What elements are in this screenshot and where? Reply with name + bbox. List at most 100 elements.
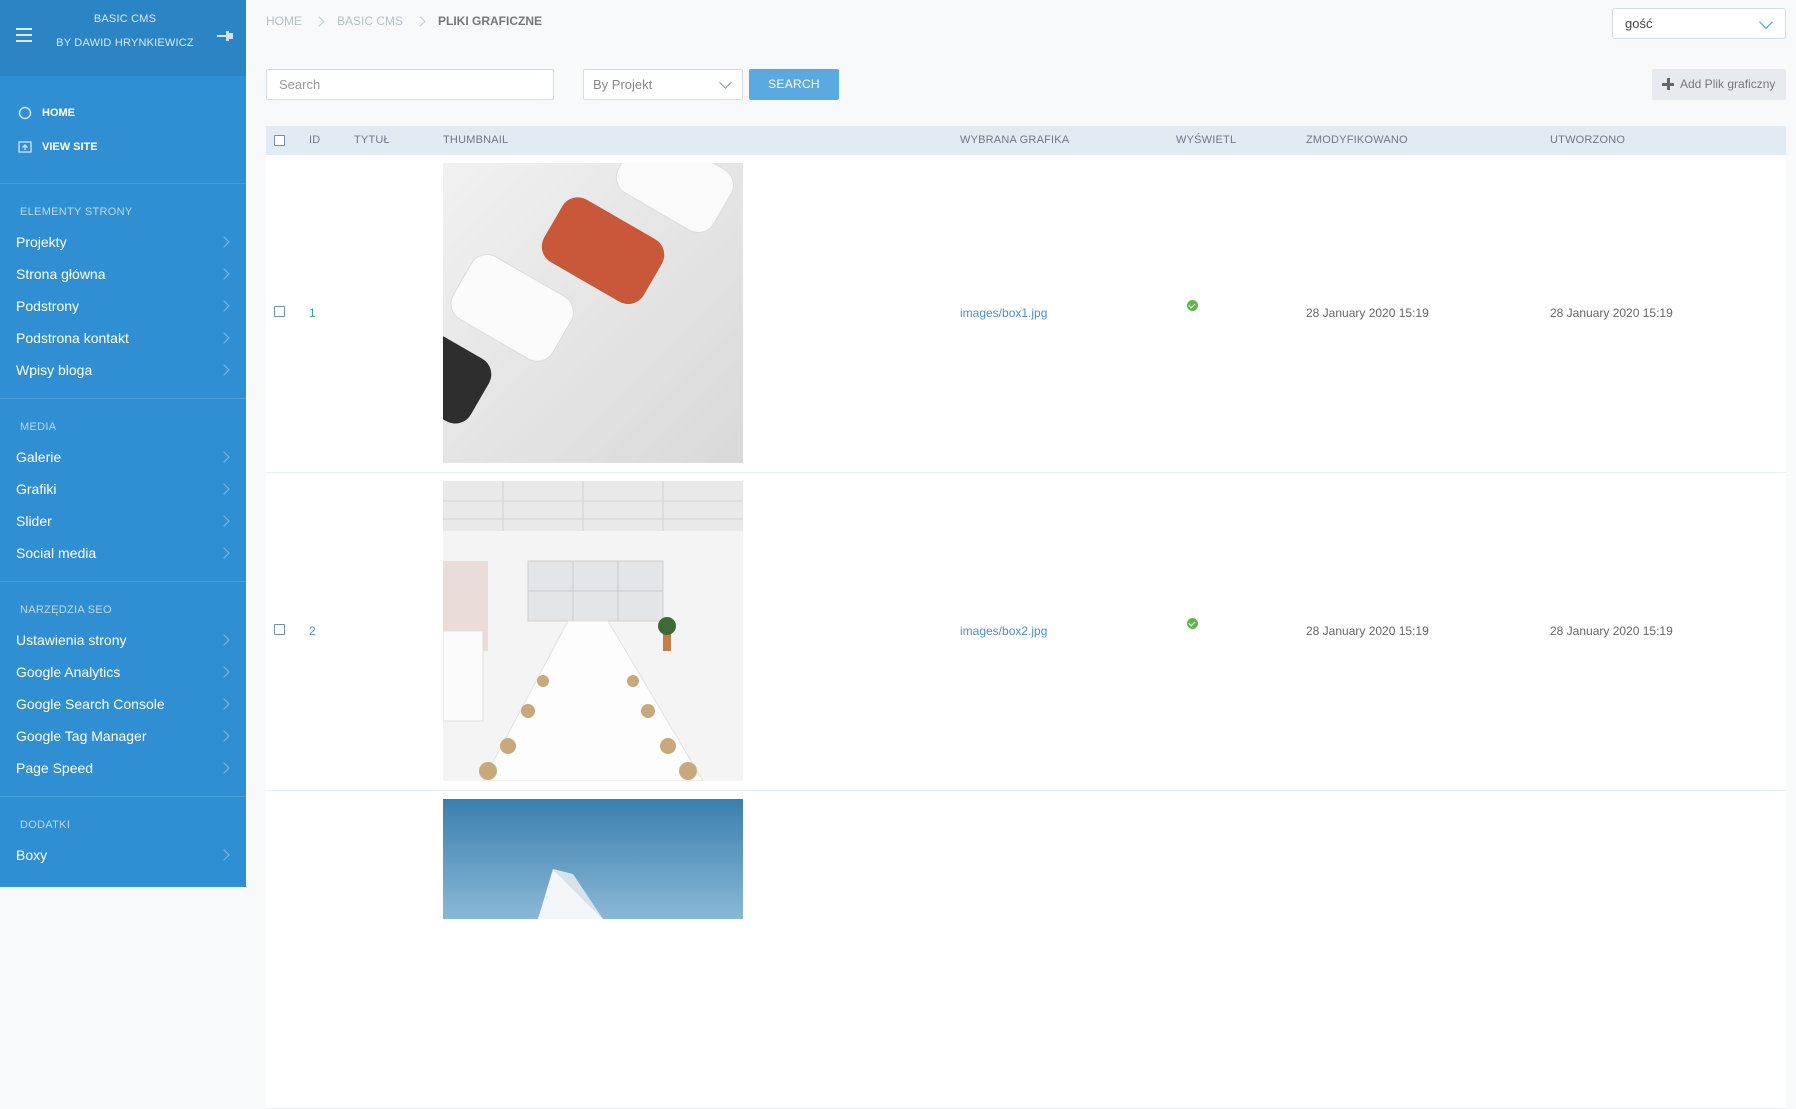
chevron-down-icon xyxy=(1758,14,1774,30)
chevron-right-icon xyxy=(218,236,230,248)
sidebar-item-label: Boxy xyxy=(16,847,48,863)
section-title: MEDIA xyxy=(20,421,57,433)
pin-icon[interactable] xyxy=(217,30,233,42)
chevron-right-icon xyxy=(415,16,426,26)
breadcrumb-basic-cms[interactable]: BASIC CMS xyxy=(337,14,403,28)
column-header-title[interactable]: TYTUŁ xyxy=(354,126,390,155)
sidebar-item-label: Social media xyxy=(16,545,97,561)
sidebar-section-seo: NARZĘDZIA SEO Ustawienia strony Google A… xyxy=(0,600,246,797)
row-id[interactable]: 2 xyxy=(309,624,316,638)
breadcrumb: HOME BASIC CMS PLIKI GRAFICZNE xyxy=(266,14,542,28)
chevron-right-icon xyxy=(218,483,230,495)
search-input[interactable] xyxy=(266,69,554,100)
sidebar-item-podstrony[interactable]: Podstrony xyxy=(0,290,246,322)
column-header-display[interactable]: WYŚWIETL xyxy=(1176,126,1236,155)
view-site-icon xyxy=(18,140,32,154)
chevron-right-icon xyxy=(218,364,230,376)
select-all-checkbox[interactable] xyxy=(274,135,285,146)
row-created: 28 January 2020 15:19 xyxy=(1550,306,1673,320)
sidebar-item-boxy[interactable]: Boxy xyxy=(0,839,246,871)
chevron-right-icon xyxy=(218,634,230,646)
row-checkbox[interactable] xyxy=(274,306,285,317)
chevron-right-icon xyxy=(218,451,230,463)
row-file-link[interactable]: images/box1.jpg xyxy=(960,306,1047,320)
sidebar-item-view-site[interactable]: VIEW SITE xyxy=(0,130,246,164)
sidebar-item-google-search-console[interactable]: Google Search Console xyxy=(0,688,246,720)
chevron-right-icon xyxy=(218,515,230,527)
sidebar-item-label: Slider xyxy=(16,513,52,529)
table-header: ID TYTUŁ THUMBNAIL WYBRANA GRAFIKA WYŚWI… xyxy=(266,126,1786,155)
chevron-right-icon xyxy=(218,666,230,678)
table-row[interactable] xyxy=(266,791,1786,1109)
sidebar-item-home[interactable]: HOME xyxy=(0,96,246,130)
column-header-modified[interactable]: ZMODYFIKOWANO xyxy=(1306,126,1408,155)
column-header-file[interactable]: WYBRANA GRAFIKA xyxy=(960,126,1069,155)
user-dropdown[interactable]: gość xyxy=(1612,8,1786,39)
sidebar-item-ustawienia-strony[interactable]: Ustawienia strony xyxy=(0,624,246,656)
sidebar-item-social-media[interactable]: Social media xyxy=(0,537,246,569)
sidebar-item-label: Strona główna xyxy=(16,266,106,282)
check-circle-icon[interactable] xyxy=(1187,618,1198,629)
column-header-id[interactable]: ID xyxy=(309,126,320,155)
sidebar-item-label: Page Speed xyxy=(16,760,94,776)
breadcrumb-home[interactable]: HOME xyxy=(266,14,302,28)
sidebar-item-label: Wpisy bloga xyxy=(16,362,93,378)
thumbnail-image[interactable] xyxy=(443,481,743,781)
sidebar-item-galerie[interactable]: Galerie xyxy=(0,441,246,473)
quick-links: HOME VIEW SITE xyxy=(0,76,246,184)
chevron-right-icon xyxy=(218,268,230,280)
sidebar-item-label: Google Analytics xyxy=(16,664,121,680)
sidebar: BASIC CMS BY DAWID HRYNKIEWICZ HOME VIEW… xyxy=(0,0,246,887)
sidebar-item-label: Grafiki xyxy=(16,481,57,497)
chevron-right-icon xyxy=(218,730,230,742)
thumbnail-image[interactable] xyxy=(443,163,743,463)
sidebar-item-google-analytics[interactable]: Google Analytics xyxy=(0,656,246,688)
row-id[interactable]: 1 xyxy=(309,306,316,320)
sidebar-item-slider[interactable]: Slider xyxy=(0,505,246,537)
chevron-right-icon xyxy=(218,547,230,559)
section-title: NARZĘDZIA SEO xyxy=(20,604,112,616)
sidebar-item-label: Google Search Console xyxy=(16,696,165,712)
row-checkbox[interactable] xyxy=(274,624,285,635)
user-name: gość xyxy=(1625,16,1653,31)
sidebar-item-label: HOME xyxy=(42,107,75,119)
project-filter-select[interactable]: By Projekt xyxy=(583,69,743,100)
sidebar-item-label: VIEW SITE xyxy=(42,141,98,153)
column-header-thumbnail[interactable]: THUMBNAIL xyxy=(443,126,508,155)
images-table: ID TYTUŁ THUMBNAIL WYBRANA GRAFIKA WYŚWI… xyxy=(266,126,1786,1109)
plus-icon xyxy=(1662,78,1674,90)
chevron-down-icon xyxy=(719,76,732,89)
row-created: 28 January 2020 15:19 xyxy=(1550,624,1673,638)
sidebar-item-projekty[interactable]: Projekty xyxy=(0,226,246,258)
row-file-link[interactable]: images/box2.jpg xyxy=(960,624,1047,638)
chevron-right-icon xyxy=(218,849,230,861)
sidebar-item-label: Ustawienia strony xyxy=(16,632,127,648)
sidebar-section-extras: DODATKI Boxy xyxy=(0,815,246,871)
chevron-right-icon xyxy=(218,332,230,344)
sidebar-item-strona-glowna[interactable]: Strona główna xyxy=(0,258,246,290)
table-row[interactable]: 2 images/box2.jpg 28 January 2020 15:19 … xyxy=(266,473,1786,791)
sidebar-item-label: Projekty xyxy=(16,234,67,250)
search-button[interactable]: SEARCH xyxy=(749,69,839,100)
sidebar-item-grafiki[interactable]: Grafiki xyxy=(0,473,246,505)
table-row[interactable]: 1 images/box1.jpg 28 January 2020 15:19 … xyxy=(266,155,1786,473)
add-image-button[interactable]: Add Plik graficzny xyxy=(1652,69,1786,100)
sidebar-item-label: Google Tag Manager xyxy=(16,728,147,744)
breadcrumb-current: PLIKI GRAFICZNE xyxy=(438,14,543,28)
brand-title: BASIC CMS xyxy=(93,13,157,25)
sidebar-item-podstrona-kontakt[interactable]: Podstrona kontakt xyxy=(0,322,246,354)
sidebar-item-google-tag-manager[interactable]: Google Tag Manager xyxy=(0,720,246,752)
sidebar-item-label: Galerie xyxy=(16,449,62,465)
check-circle-icon[interactable] xyxy=(1187,300,1198,311)
sidebar-section-media: MEDIA Galerie Grafiki Slider Social medi… xyxy=(0,417,246,582)
sidebar-item-wpisy-bloga[interactable]: Wpisy bloga xyxy=(0,354,246,386)
thumbnail-image[interactable] xyxy=(443,799,743,919)
brand-subtitle: BY DAWID HRYNKIEWICZ xyxy=(56,37,194,49)
sidebar-item-label: Podstrony xyxy=(16,298,80,314)
sidebar-section-elements: ELEMENTY STRONY Projekty Strona główna P… xyxy=(0,202,246,399)
sidebar-item-page-speed[interactable]: Page Speed xyxy=(0,752,246,784)
column-header-created[interactable]: UTWORZONO xyxy=(1550,126,1625,155)
menu-icon[interactable] xyxy=(16,28,32,46)
main-content: HOME BASIC CMS PLIKI GRAFICZNE gość By P… xyxy=(246,0,1796,1109)
chevron-right-icon xyxy=(314,16,325,26)
